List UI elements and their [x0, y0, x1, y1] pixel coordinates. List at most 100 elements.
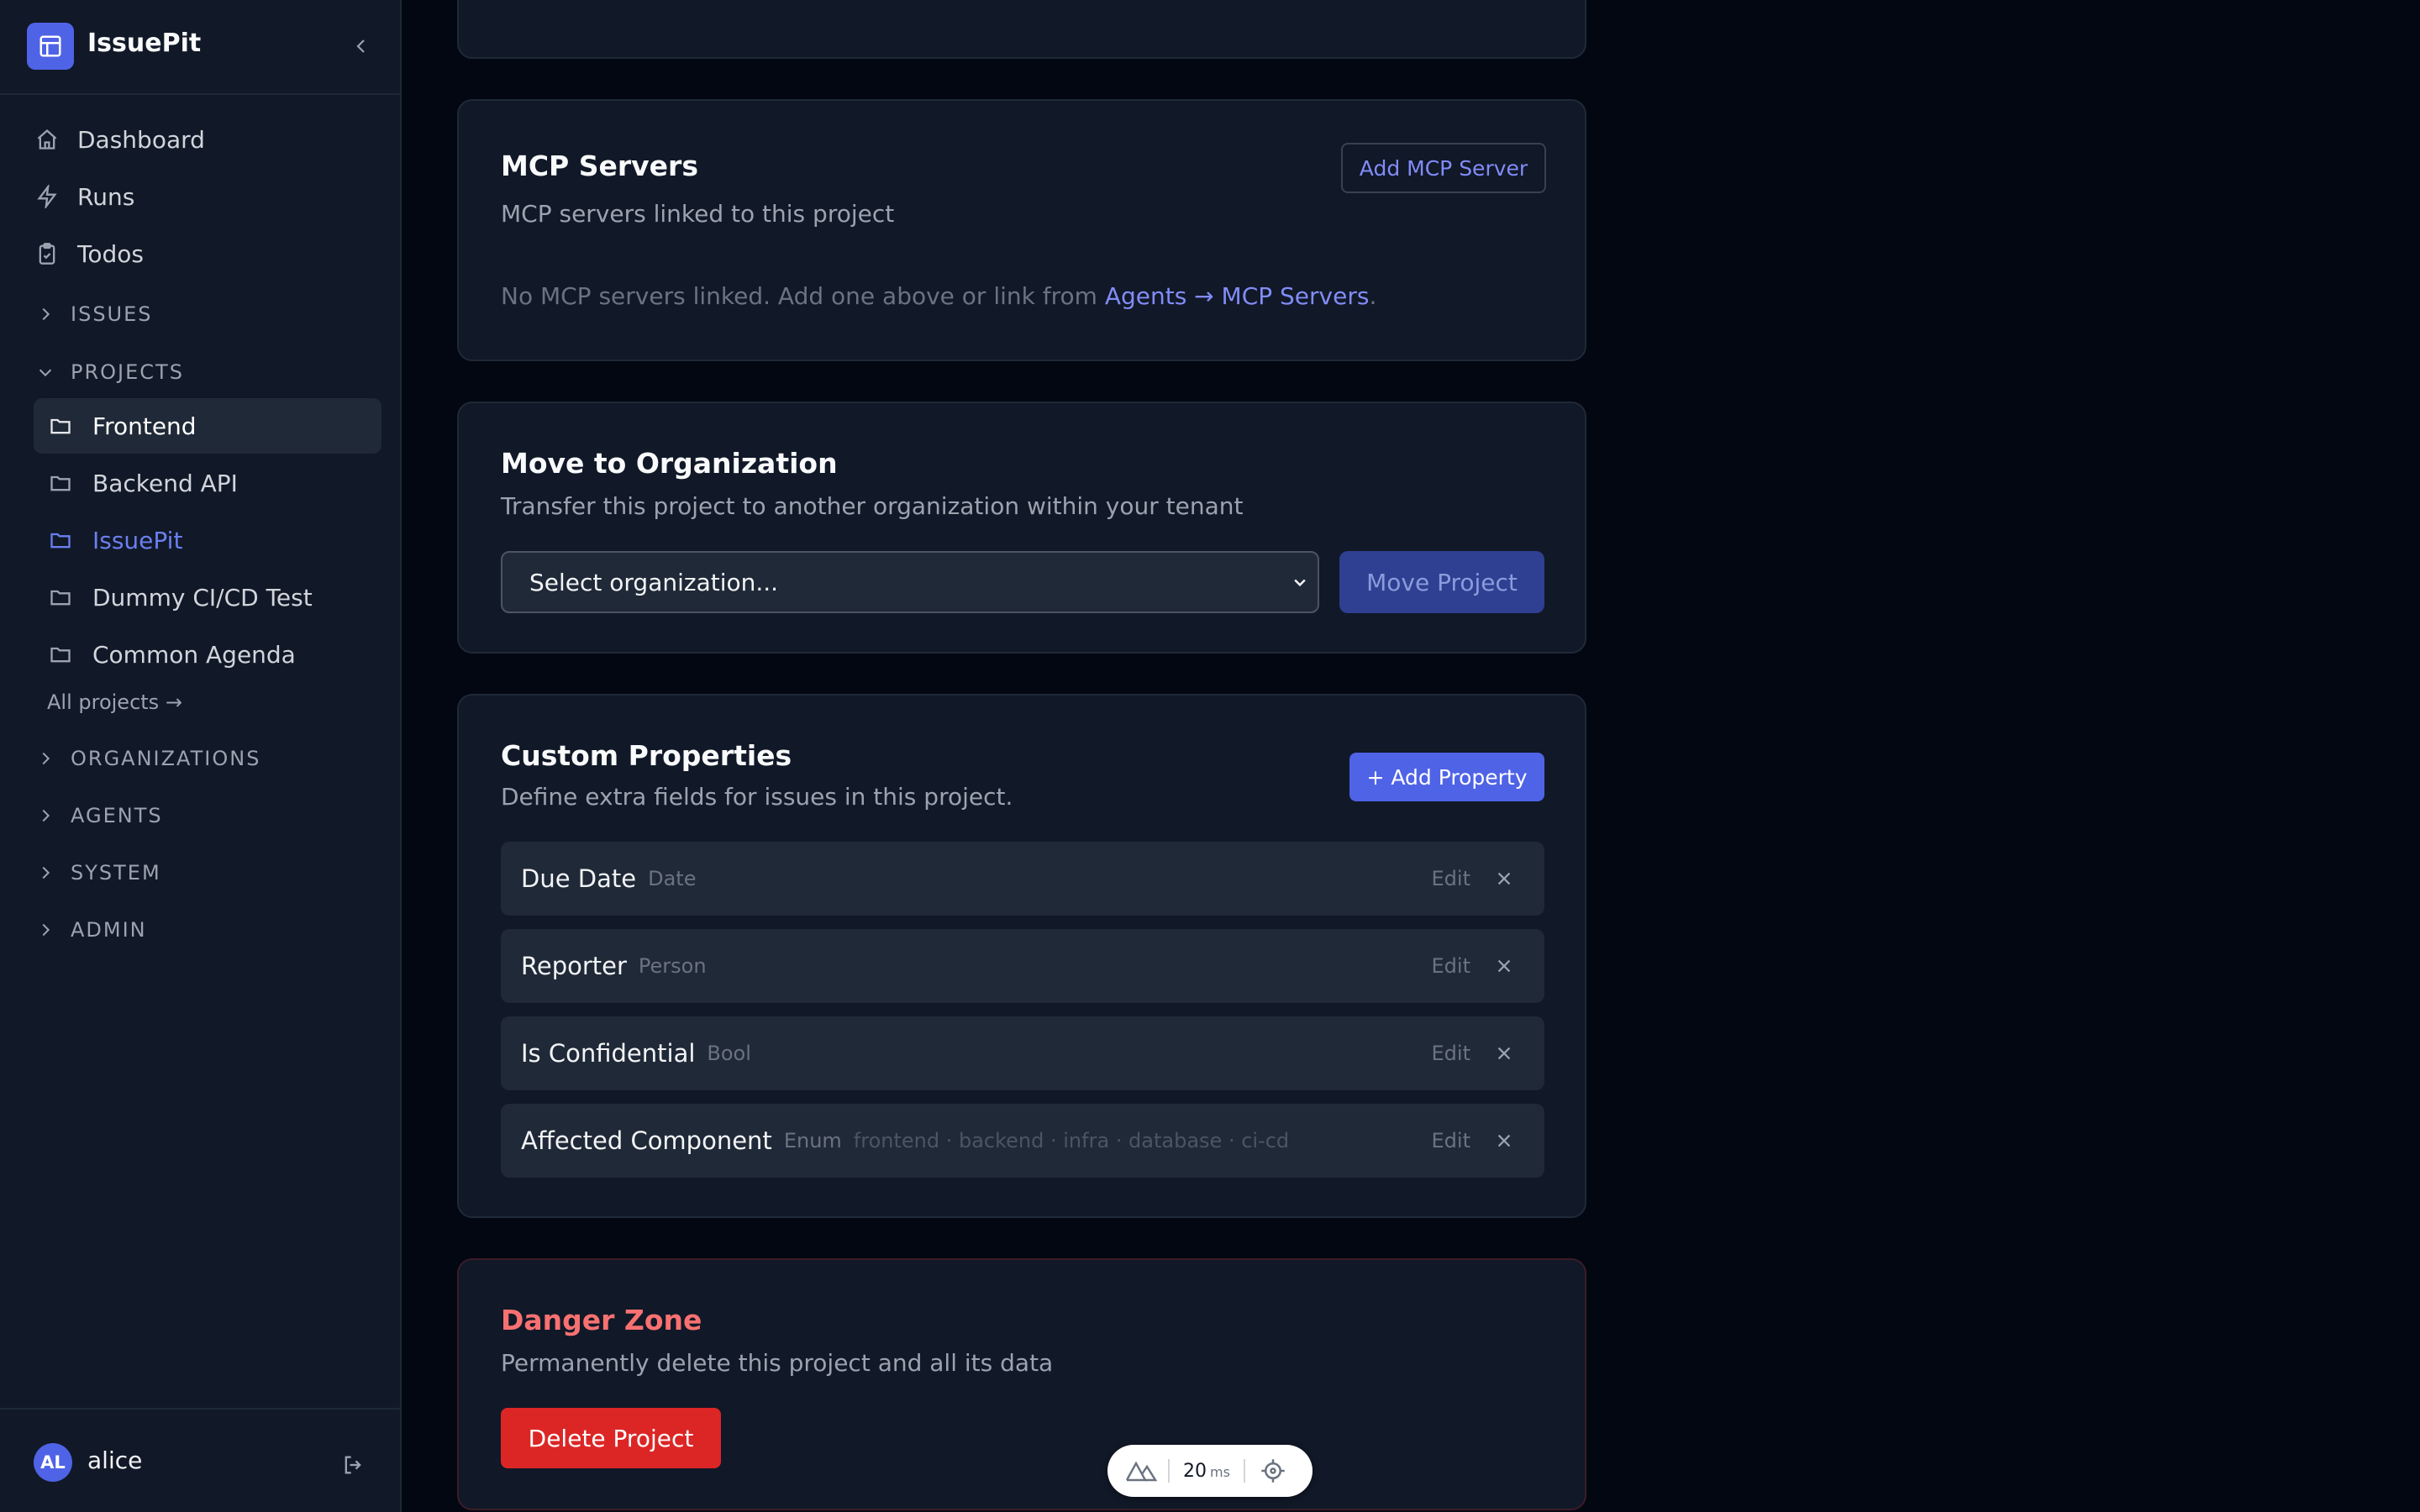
folder-icon [47, 527, 74, 554]
nuxt-logo-icon[interactable] [1124, 1458, 1158, 1483]
chevron-down-icon [34, 360, 57, 384]
move-organization-card: Move to Organization Transfer this proje… [457, 402, 1586, 654]
close-icon[interactable] [1491, 953, 1518, 979]
nav-item-dashboard[interactable]: Dashboard [34, 114, 378, 165]
avatar[interactable]: AL [34, 1443, 72, 1482]
all-projects-link[interactable]: All projects → [47, 690, 182, 714]
card-description: Permanently delete this project and all … [501, 1349, 1054, 1377]
render-time-value: 20 [1183, 1460, 1207, 1482]
add-property-button[interactable]: + Add Property [1349, 753, 1544, 801]
bolt-icon [34, 183, 60, 210]
property-type: Date [648, 867, 697, 890]
section-admin[interactable]: ADMIN [34, 909, 378, 951]
project-item-issuepit[interactable]: IssuePit [34, 512, 381, 568]
empty-state-text: No MCP servers linked. Add one above or … [501, 282, 1376, 310]
property-options: frontend · backend · infra · database · … [853, 1129, 1290, 1152]
property-name: Affected Component [521, 1126, 772, 1155]
section-label: ADMIN [71, 918, 147, 942]
property-row: Due Date Date Edit [501, 842, 1544, 916]
property-name: Due Date [521, 864, 637, 893]
empty-state-suffix: . [1369, 282, 1377, 310]
username: alice [87, 1446, 143, 1474]
section-system[interactable]: SYSTEM [34, 852, 378, 894]
collapse-sidebar-icon[interactable] [346, 31, 376, 61]
app-logo-icon[interactable] [27, 23, 74, 70]
logout-icon[interactable] [338, 1450, 368, 1480]
crosshair-icon[interactable] [1259, 1457, 1287, 1485]
folder-icon [47, 584, 74, 611]
app-name: IssuePit [87, 29, 202, 58]
render-time-unit: ms [1210, 1463, 1230, 1480]
move-project-button[interactable]: Move Project [1339, 551, 1544, 613]
organization-select[interactable]: Select organization... [501, 551, 1319, 613]
divider [1243, 1459, 1245, 1483]
render-time: 20 ms [1183, 1461, 1230, 1482]
project-label: Frontend [92, 412, 197, 440]
edit-property-button[interactable]: Edit [1432, 1042, 1470, 1065]
project-label: Backend API [92, 469, 238, 497]
project-item-common-agenda[interactable]: Common Agenda [34, 627, 381, 682]
nav-item-todos[interactable]: Todos [34, 228, 378, 279]
chevron-right-icon [34, 302, 57, 326]
section-issues[interactable]: ISSUES [34, 293, 378, 335]
card-title: Custom Properties [501, 739, 792, 772]
edit-property-button[interactable]: Edit [1432, 954, 1470, 978]
card-title: MCP Servers [501, 150, 698, 182]
section-label: SYSTEM [71, 861, 161, 885]
home-icon [34, 126, 60, 153]
chevron-right-icon [34, 747, 57, 770]
card-title: Move to Organization [501, 447, 838, 480]
clipboard-icon [34, 240, 60, 267]
project-label: Common Agenda [92, 640, 296, 669]
property-row: Reporter Person Edit [501, 929, 1544, 1003]
close-icon[interactable] [1491, 865, 1518, 892]
user-bar: AL alice [0, 1408, 400, 1512]
section-label: PROJECTS [71, 360, 184, 384]
nav-item-runs[interactable]: Runs [34, 171, 378, 222]
edit-property-button[interactable]: Edit [1432, 1129, 1470, 1152]
mcp-servers-card: MCP Servers MCP servers linked to this p… [457, 99, 1586, 361]
property-name: Is Confidential [521, 1039, 696, 1068]
project-item-backend-api[interactable]: Backend API [34, 455, 381, 511]
property-row: Is Confidential Bool Edit [501, 1016, 1544, 1090]
chevron-right-icon [34, 804, 57, 827]
agents-mcp-servers-link[interactable]: Agents → MCP Servers [1105, 282, 1370, 310]
property-row: Affected Component Enum frontend · backe… [501, 1104, 1544, 1178]
nav-item-label: Runs [77, 182, 135, 211]
section-projects[interactable]: PROJECTS [34, 351, 378, 393]
add-mcp-server-button[interactable]: Add MCP Server [1341, 143, 1546, 193]
chevron-down-icon [1287, 570, 1313, 595]
card-description: MCP servers linked to this project [501, 200, 895, 228]
folder-icon [47, 412, 74, 439]
section-label: AGENTS [71, 804, 163, 827]
brand-header: IssuePit [0, 0, 400, 95]
custom-properties-card: Custom Properties Define extra fields fo… [457, 694, 1586, 1218]
folder-icon [47, 470, 74, 496]
property-type: Person [638, 954, 707, 978]
project-item-frontend[interactable]: Frontend [34, 398, 381, 454]
project-label: Dummy CI/CD Test [92, 583, 313, 612]
section-agents[interactable]: AGENTS [34, 795, 378, 837]
nav-item-label: Todos [77, 239, 144, 268]
card-title: Danger Zone [501, 1304, 702, 1336]
project-item-dummy-cicd-test[interactable]: Dummy CI/CD Test [34, 570, 381, 625]
project-label: IssuePit [92, 526, 183, 554]
chevron-right-icon [34, 861, 57, 885]
devtools-pill: 20 ms [1107, 1445, 1313, 1497]
section-label: ORGANIZATIONS [71, 747, 261, 770]
property-name: Reporter [521, 952, 627, 980]
empty-state-prefix: No MCP servers linked. Add one above or … [501, 282, 1105, 310]
card-description: Transfer this project to another organiz… [501, 492, 1244, 520]
previous-card [457, 0, 1586, 59]
sidebar: IssuePit Dashboard Runs Todos ISSUES PRO… [0, 0, 402, 1512]
chevron-right-icon [34, 918, 57, 942]
delete-project-button[interactable]: Delete Project [501, 1408, 721, 1468]
select-value: Select organization... [529, 568, 779, 596]
property-type: Bool [707, 1042, 751, 1065]
edit-property-button[interactable]: Edit [1432, 867, 1470, 890]
folder-icon [47, 641, 74, 668]
close-icon[interactable] [1491, 1040, 1518, 1067]
close-icon[interactable] [1491, 1127, 1518, 1154]
card-description: Define extra fields for issues in this p… [501, 783, 1013, 811]
section-organizations[interactable]: ORGANIZATIONS [34, 738, 378, 780]
